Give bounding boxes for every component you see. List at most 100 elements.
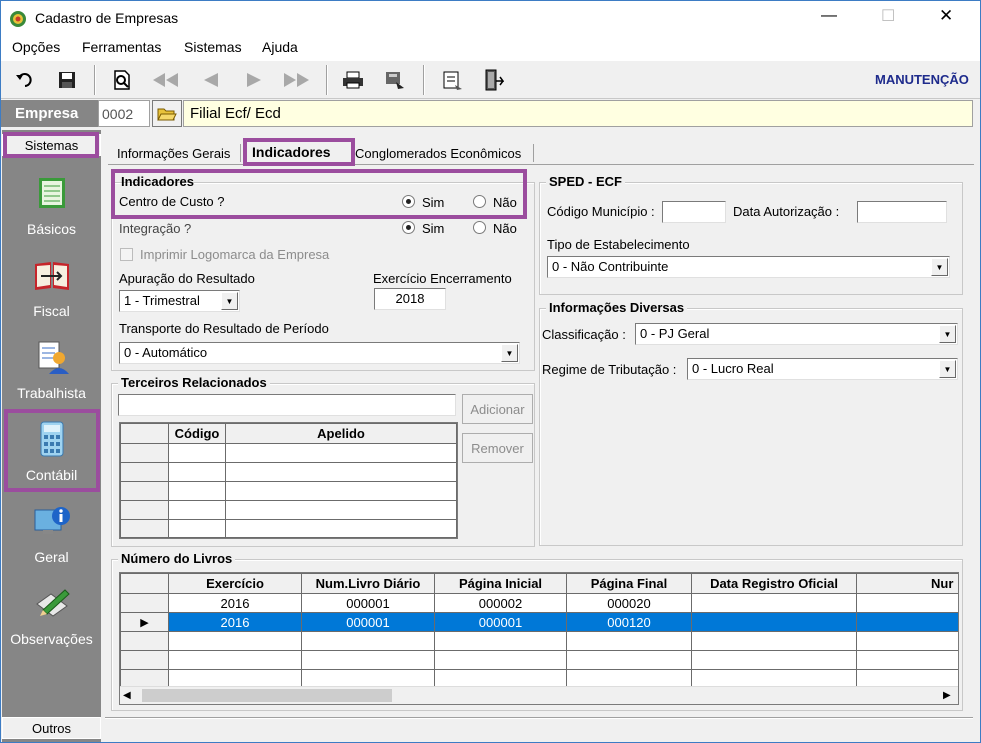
apuracao-label: Apuração do Resultado [119, 271, 255, 286]
info-monitor-icon [34, 507, 70, 534]
highlight-centro-custo [111, 169, 527, 219]
integracao-sim-radio[interactable] [402, 221, 415, 234]
transporte-select[interactable]: 0 - Automático ▼ [119, 342, 520, 364]
menu-sistemas[interactable]: Sistemas [184, 39, 242, 55]
livros-grid[interactable]: Exercício Num.Livro Diário Página Inicia… [119, 572, 959, 705]
sidebar-item-label: Observações [10, 631, 93, 647]
classificacao-select[interactable]: 0 - PJ Geral ▼ [635, 323, 958, 345]
apuracao-select[interactable]: 1 - Trimestral ▼ [119, 290, 240, 312]
table-row[interactable] [120, 500, 457, 520]
table-row-selected[interactable]: ▶ 2016 000001 000001 000120 [120, 612, 958, 632]
terceiros-title: Terceiros Relacionados [118, 375, 270, 390]
col-codigo: Código [168, 423, 226, 444]
minimize-button[interactable]: — [821, 7, 837, 25]
maximize-button[interactable]: ☐ [881, 6, 895, 26]
horizontal-scrollbar[interactable]: ◀ ▶ [120, 686, 958, 704]
tipo-estabelecimento-value: 0 - Não Contribuinte [552, 259, 669, 274]
table-row[interactable] [120, 631, 958, 651]
toolbar: MANUTENÇÃO [1, 61, 980, 99]
ledger-icon [38, 178, 65, 208]
last-record-icon[interactable] [283, 67, 311, 93]
data-autorizacao-field[interactable] [857, 201, 947, 223]
cell-exercicio: 2016 [168, 593, 302, 613]
cell-pagina-final: 000120 [566, 612, 692, 632]
adicionar-button[interactable]: Adicionar [462, 394, 533, 424]
col-num: Nur [856, 573, 958, 594]
sidebar-footer[interactable]: Outros [2, 717, 101, 739]
tipo-estabelecimento-select[interactable]: 0 - Não Contribuinte ▼ [547, 256, 950, 278]
scroll-right-icon[interactable]: ▶ [943, 690, 951, 701]
exit-icon[interactable] [479, 67, 507, 93]
book-icon [34, 262, 69, 290]
next-record-icon[interactable] [241, 67, 269, 93]
table-row[interactable] [120, 443, 457, 463]
highlight-contabil [4, 409, 100, 492]
cell-pagina-final: 000020 [566, 593, 692, 613]
window-title: Cadastro de Empresas [35, 10, 179, 26]
menu-opcoes[interactable]: Opções [12, 39, 60, 55]
table-row[interactable] [120, 462, 457, 482]
sidebar-item-observacoes[interactable]: Observações [2, 584, 101, 647]
sidebar-item-basicos[interactable]: Básicos [2, 174, 101, 237]
menu-ferramentas[interactable]: Ferramentas [82, 39, 161, 55]
save-icon[interactable] [53, 67, 81, 93]
preview-icon[interactable] [108, 67, 136, 93]
col-apelido: Apelido [225, 423, 457, 444]
col-pagina-inicial: Página Inicial [434, 573, 567, 594]
tab-conglomerados[interactable]: Conglomerados Econômicos [355, 146, 521, 161]
classificacao-value: 0 - PJ Geral [640, 326, 710, 341]
scroll-left-icon[interactable]: ◀ [123, 690, 131, 701]
first-record-icon[interactable] [151, 67, 179, 93]
cod-municipio-label: Código Município : [547, 204, 655, 219]
close-button[interactable]: ✕ [939, 6, 953, 26]
mode-label: MANUTENÇÃO [875, 72, 969, 87]
cell-exercicio: 2016 [168, 612, 302, 632]
status-divider [105, 717, 973, 719]
chevron-down-icon: ▼ [939, 325, 956, 343]
sped-title: SPED - ECF [546, 174, 625, 189]
exercicio-field[interactable]: 2018 [374, 288, 446, 310]
app-logo-icon [10, 11, 26, 27]
print-setup-icon[interactable] [381, 67, 409, 93]
empresa-code-field[interactable]: 0002 [98, 100, 150, 127]
col-data-registro: Data Registro Oficial [691, 573, 857, 594]
sidebar-item-fiscal[interactable]: Fiscal [2, 256, 101, 319]
cod-municipio-field[interactable] [662, 201, 726, 223]
highlight-sistemas [3, 132, 99, 158]
integracao-label: Integração ? [119, 221, 192, 236]
print-icon[interactable] [339, 67, 367, 93]
table-row[interactable] [120, 650, 958, 670]
regime-select[interactable]: 0 - Lucro Real ▼ [687, 358, 958, 380]
tools-icon[interactable] [438, 67, 466, 93]
sidebar-item-geral[interactable]: Geral [2, 502, 101, 565]
scroll-thumb[interactable] [142, 689, 392, 702]
empresa-label: Empresa [1, 100, 98, 127]
menu-bar: Opções Ferramentas Sistemas Ajuda [1, 35, 980, 61]
worker-icon [38, 341, 69, 374]
tipo-estabelecimento-label: Tipo de Estabelecimento [547, 237, 690, 252]
cell-data-registro [691, 612, 857, 632]
sidebar-item-trabalhista[interactable]: Trabalhista [2, 338, 101, 401]
integracao-nao-radio[interactable] [473, 221, 486, 234]
remover-button[interactable]: Remover [462, 433, 533, 463]
previous-record-icon[interactable] [196, 67, 224, 93]
col-exercicio: Exercício [168, 573, 302, 594]
cell-data-registro [691, 593, 857, 613]
data-autorizacao-label: Data Autorização : [733, 204, 840, 219]
imprimir-logo-label: Imprimir Logomarca da Empresa [140, 247, 330, 262]
menu-ajuda[interactable]: Ajuda [262, 39, 298, 55]
notes-pencil-icon [35, 589, 70, 617]
cell-num-livro: 000001 [301, 593, 435, 613]
chevron-down-icon: ▼ [939, 360, 956, 378]
table-row[interactable]: 2016 000001 000002 000020 [120, 593, 958, 613]
open-folder-button[interactable] [152, 100, 182, 127]
terceiros-grid[interactable]: Código Apelido [119, 422, 458, 539]
table-row[interactable] [120, 519, 457, 538]
empresa-name-field[interactable]: Filial Ecf/ Ecd [183, 100, 973, 127]
imprimir-logo-checkbox[interactable] [120, 248, 133, 261]
terceiros-input[interactable] [118, 394, 456, 416]
highlight-indicadores-tab [243, 138, 355, 166]
table-row[interactable] [120, 481, 457, 501]
tab-informacoes-gerais[interactable]: Informações Gerais [117, 146, 230, 161]
undo-icon[interactable] [11, 67, 39, 93]
